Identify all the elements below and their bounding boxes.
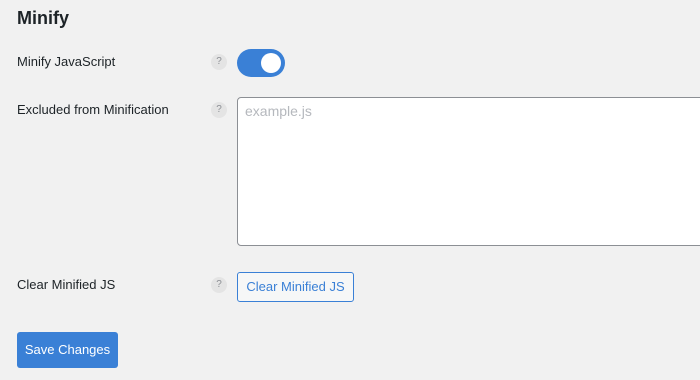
section-title: Minify	[17, 8, 69, 28]
help-question-icon[interactable]: ?	[211, 102, 227, 118]
help-question-icon[interactable]: ?	[211, 277, 227, 293]
save-changes-button[interactable]: Save Changes	[17, 332, 118, 368]
clear-minified-js-label: Clear Minified JS	[17, 277, 116, 292]
minify-javascript-label: Minify JavaScript	[17, 54, 116, 69]
excluded-from-minification-label: Excluded from Minification	[17, 102, 169, 117]
excluded-files-textarea[interactable]	[237, 97, 700, 246]
clear-minified-js-button[interactable]: Clear Minified JS	[237, 272, 354, 302]
help-question-icon[interactable]: ?	[211, 54, 227, 70]
minify-javascript-toggle[interactable]	[237, 49, 285, 77]
toggle-knob	[261, 53, 281, 73]
minify-settings-page: Minify Minify JavaScript ? Excluded from…	[0, 0, 700, 380]
